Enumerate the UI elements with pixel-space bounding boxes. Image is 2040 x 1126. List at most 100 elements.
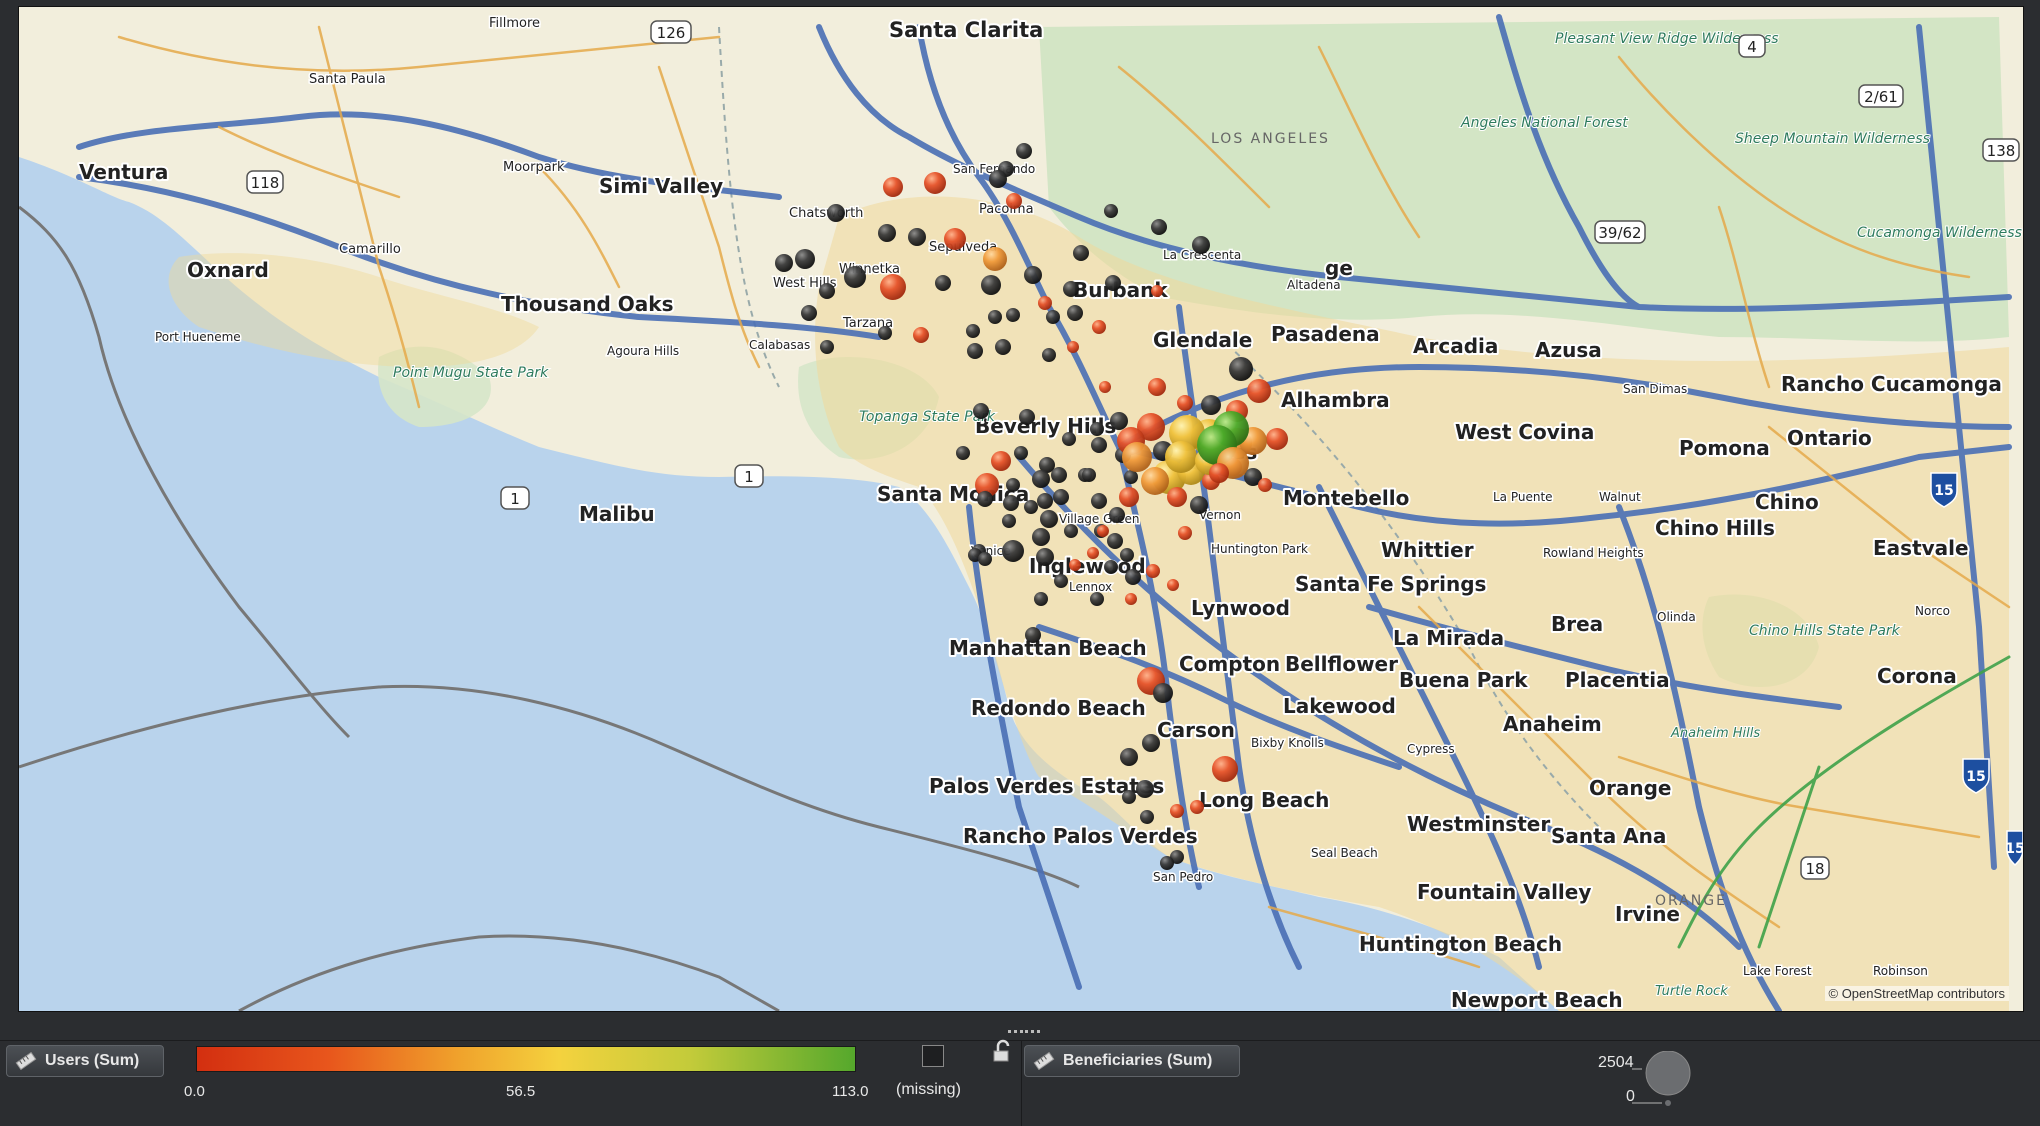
- data-bubble[interactable]: [1151, 219, 1167, 235]
- data-bubble[interactable]: [967, 343, 983, 359]
- data-bubble[interactable]: [1170, 804, 1184, 818]
- data-bubble[interactable]: [775, 254, 793, 272]
- data-bubble[interactable]: [1006, 478, 1020, 492]
- data-bubble[interactable]: [1167, 579, 1179, 591]
- data-bubble[interactable]: [1036, 548, 1054, 566]
- beneficiaries-sum-field-pill[interactable]: Beneficiaries (Sum): [1024, 1045, 1240, 1077]
- data-bubble[interactable]: [1140, 810, 1154, 824]
- map-canvas[interactable]: Santa Clarita Ventura Simi Valley Oxnard…: [19, 7, 2023, 1011]
- data-bubble[interactable]: [1042, 348, 1056, 362]
- data-bubble[interactable]: [1247, 379, 1271, 403]
- data-bubble[interactable]: [1037, 493, 1053, 509]
- data-bubble[interactable]: [1073, 245, 1089, 261]
- data-bubble[interactable]: [1229, 357, 1253, 381]
- data-bubble[interactable]: [935, 275, 951, 291]
- data-bubble[interactable]: [1122, 442, 1152, 472]
- data-bubble[interactable]: [1153, 683, 1173, 703]
- data-bubble[interactable]: [1006, 308, 1020, 322]
- data-bubble[interactable]: [1148, 378, 1166, 396]
- data-bubble[interactable]: [1038, 296, 1052, 310]
- data-bubble[interactable]: [1119, 487, 1139, 507]
- data-bubble[interactable]: [983, 247, 1007, 271]
- data-bubble[interactable]: [1024, 266, 1042, 284]
- data-bubble[interactable]: [1146, 564, 1160, 578]
- data-bubble[interactable]: [880, 274, 906, 300]
- data-bubble[interactable]: [1107, 533, 1123, 549]
- data-bubble[interactable]: [1019, 409, 1035, 425]
- data-bubble[interactable]: [924, 172, 946, 194]
- data-bubble[interactable]: [995, 339, 1011, 355]
- data-bubble[interactable]: [1051, 467, 1067, 483]
- data-bubble[interactable]: [1067, 305, 1083, 321]
- data-bubble[interactable]: [1122, 790, 1136, 804]
- data-bubble[interactable]: [1136, 780, 1154, 798]
- data-bubble[interactable]: [1006, 193, 1022, 209]
- data-bubble[interactable]: [1109, 507, 1125, 523]
- data-bubble[interactable]: [1209, 463, 1229, 483]
- data-bubble[interactable]: [1003, 495, 1019, 511]
- data-bubble[interactable]: [1178, 526, 1192, 540]
- data-bubble[interactable]: [991, 451, 1011, 471]
- data-bubble[interactable]: [1120, 748, 1138, 766]
- data-bubble[interactable]: [1125, 593, 1137, 605]
- data-bubble[interactable]: [1160, 856, 1174, 870]
- data-bubble[interactable]: [1124, 470, 1138, 484]
- panel-splitter[interactable]: [1008, 1030, 1040, 1034]
- data-bubble[interactable]: [1192, 236, 1210, 254]
- data-bubble[interactable]: [1024, 500, 1038, 514]
- data-bubble[interactable]: [966, 324, 980, 338]
- data-bubble[interactable]: [1167, 487, 1187, 507]
- data-bubble[interactable]: [1105, 275, 1121, 291]
- data-bubble[interactable]: [1034, 592, 1048, 606]
- data-bubble[interactable]: [908, 228, 926, 246]
- data-bubble[interactable]: [1016, 143, 1032, 159]
- data-bubble[interactable]: [1032, 528, 1050, 546]
- users-sum-field-pill[interactable]: Users (Sum): [6, 1045, 164, 1077]
- data-bubble[interactable]: [1141, 467, 1169, 495]
- data-bubble[interactable]: [1040, 510, 1058, 528]
- data-bubble[interactable]: [1090, 422, 1104, 436]
- data-bubble[interactable]: [1062, 432, 1076, 446]
- data-bubble[interactable]: [1092, 320, 1106, 334]
- data-bubble[interactable]: [1032, 470, 1050, 488]
- data-bubble[interactable]: [1125, 569, 1141, 585]
- data-bubble[interactable]: [956, 446, 970, 460]
- data-bubble[interactable]: [819, 283, 835, 299]
- data-bubble[interactable]: [1097, 525, 1109, 537]
- data-bubble[interactable]: [1190, 496, 1208, 514]
- data-bubble[interactable]: [1091, 493, 1107, 509]
- data-bubble[interactable]: [1025, 627, 1041, 643]
- data-bubble[interactable]: [1142, 734, 1160, 752]
- data-bubble[interactable]: [1177, 395, 1193, 411]
- data-bubble[interactable]: [944, 228, 966, 250]
- data-bubble[interactable]: [827, 204, 845, 222]
- data-bubble[interactable]: [878, 326, 892, 340]
- data-bubble[interactable]: [1151, 285, 1163, 297]
- data-bubble[interactable]: [973, 403, 989, 419]
- data-bubble[interactable]: [1064, 524, 1078, 538]
- data-bubble[interactable]: [1091, 437, 1107, 453]
- data-bubble[interactable]: [1099, 381, 1111, 393]
- data-bubble[interactable]: [978, 552, 992, 566]
- data-bubble[interactable]: [795, 249, 815, 269]
- data-bubble[interactable]: [913, 327, 929, 343]
- data-bubble[interactable]: [977, 491, 993, 507]
- data-bubble[interactable]: [1063, 281, 1079, 297]
- data-bubble[interactable]: [981, 275, 1001, 295]
- data-bubble[interactable]: [1090, 592, 1104, 606]
- data-bubble[interactable]: [801, 305, 817, 321]
- data-bubble[interactable]: [1054, 574, 1068, 588]
- map-view[interactable]: Santa Clarita Ventura Simi Valley Oxnard…: [18, 6, 2024, 1012]
- data-bubble[interactable]: [1053, 489, 1069, 505]
- data-bubble[interactable]: [1120, 548, 1134, 562]
- data-bubble[interactable]: [989, 170, 1007, 188]
- data-bubble[interactable]: [1087, 547, 1099, 559]
- data-bubble[interactable]: [844, 266, 866, 288]
- data-bubble[interactable]: [1002, 540, 1024, 562]
- unlock-icon[interactable]: [992, 1039, 1012, 1063]
- data-bubble[interactable]: [1104, 560, 1118, 574]
- data-bubble[interactable]: [878, 224, 896, 242]
- data-bubble[interactable]: [1002, 514, 1016, 528]
- data-bubble[interactable]: [1201, 395, 1221, 415]
- data-bubble[interactable]: [820, 340, 834, 354]
